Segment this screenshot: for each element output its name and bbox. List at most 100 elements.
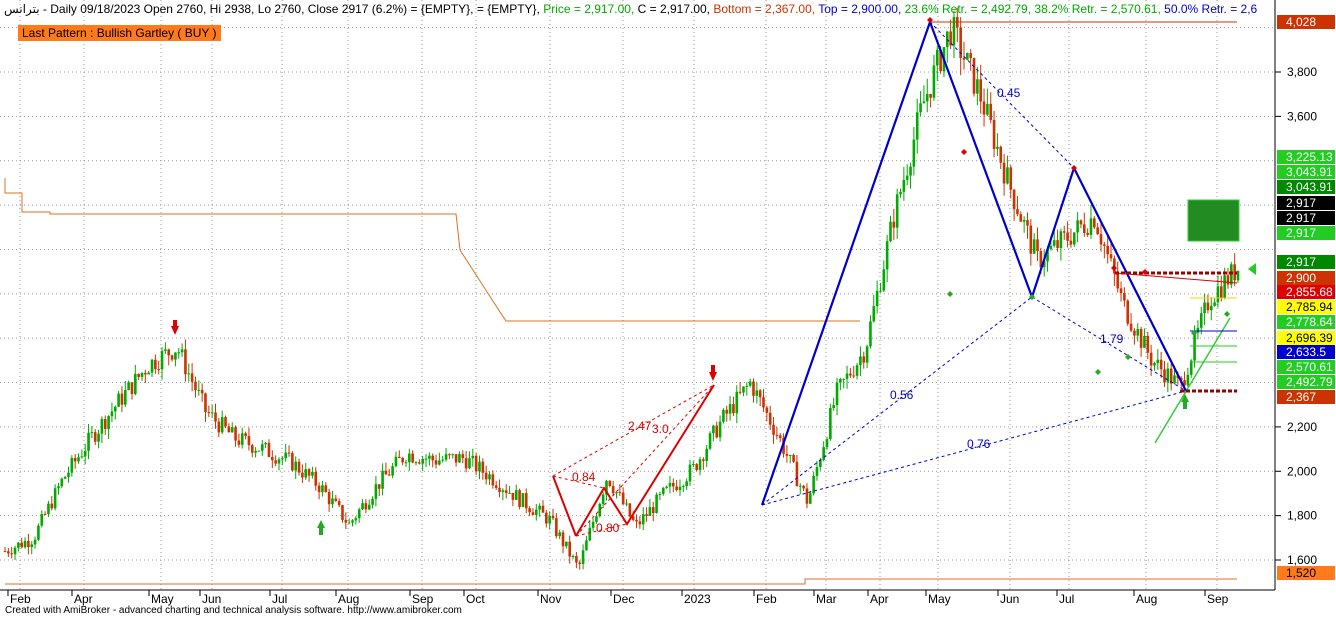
candle-body — [401, 457, 404, 463]
candle-body — [428, 455, 431, 459]
candle-body — [297, 461, 301, 473]
candle-body — [127, 382, 130, 391]
candle-body — [187, 373, 191, 375]
candle-body — [1086, 233, 1089, 235]
x-tick-label: Jul — [272, 592, 287, 606]
candle-body — [237, 440, 241, 445]
candle-body — [692, 464, 695, 466]
candle-body — [1019, 214, 1023, 222]
candle-body — [1082, 224, 1086, 234]
candle-body — [661, 487, 665, 495]
candle-body — [578, 562, 582, 564]
candle-body — [695, 464, 698, 470]
candle-body — [17, 542, 20, 548]
candle-body — [1052, 240, 1056, 246]
candle-body — [551, 515, 555, 519]
candle-body — [267, 442, 271, 457]
candle-body — [732, 404, 735, 414]
candle-body — [341, 505, 344, 520]
candle-body — [825, 439, 829, 448]
candle-body — [1116, 273, 1120, 289]
candle-body — [645, 514, 648, 516]
candle-body — [568, 541, 572, 557]
candle-body — [47, 503, 50, 515]
y-tick-label: 1,800 — [1287, 509, 1317, 523]
candle-body — [451, 454, 455, 456]
candle-body — [177, 352, 181, 354]
candle-body — [60, 478, 64, 487]
candle-body — [371, 498, 374, 505]
candle-body — [1219, 286, 1223, 298]
price-tag-label: 2,633.5 — [1286, 345, 1326, 359]
candle-body — [1109, 254, 1113, 259]
candle-body — [33, 539, 37, 545]
candle-body — [839, 378, 842, 383]
candle-body — [230, 427, 234, 433]
candle-body — [494, 485, 498, 488]
candle-body — [842, 378, 846, 380]
price-tag-label: 2,367 — [1286, 390, 1316, 404]
candle-body — [287, 452, 291, 454]
candle-body — [1146, 335, 1150, 353]
candle-body — [1009, 167, 1013, 190]
candle-body — [337, 501, 341, 506]
candle-body — [935, 49, 939, 66]
candle-body — [160, 350, 164, 370]
candle-body — [13, 547, 17, 555]
candle-body — [20, 542, 24, 548]
candle-body — [240, 433, 244, 445]
candle-body — [635, 519, 638, 522]
candle-body — [738, 391, 742, 393]
candle-body — [244, 433, 247, 437]
candle-body — [170, 355, 174, 360]
header-segment: Top = 2,900.00, — [815, 2, 901, 16]
candle-body — [618, 492, 622, 494]
candle-body — [468, 458, 471, 469]
candle-body — [1216, 286, 1220, 303]
candle-body — [387, 474, 391, 476]
candle-body — [778, 435, 782, 438]
price-chart[interactable]: 0.45 0.56 0.76 1.79 2.47 0.84 0.80 3.0 1,600 1,8… — [0, 0, 1336, 619]
candle-body — [919, 103, 922, 113]
candle-body — [611, 486, 615, 494]
header-segment: - Daily 09/18/2023 Open 2760, Hi 2938, L… — [40, 2, 408, 16]
candle-body — [351, 520, 354, 523]
signal-arrow — [319, 528, 323, 535]
candle-body — [441, 459, 445, 461]
candle-body — [174, 352, 177, 360]
candle-body — [558, 532, 561, 537]
candle-body — [137, 373, 140, 377]
candle-body — [190, 373, 194, 382]
candle-body — [43, 513, 47, 515]
candle-body — [822, 447, 825, 461]
candle-body — [675, 486, 678, 491]
candle-body — [97, 433, 100, 442]
candle-body — [364, 503, 368, 510]
candle-body — [374, 484, 378, 499]
candle-body — [859, 356, 862, 366]
candle-body — [872, 306, 876, 322]
header-symbol: بترانس — [4, 2, 40, 16]
candle-body — [250, 445, 254, 453]
price-tag-label: 2,917 — [1286, 196, 1316, 210]
candle-body — [197, 389, 201, 391]
candle-body — [484, 472, 488, 480]
candle-body — [164, 349, 167, 351]
candle-body — [324, 485, 328, 492]
candle-body — [1099, 234, 1103, 245]
x-tick-label: May — [928, 592, 951, 606]
header-segment: C = 2,917.00, — [634, 2, 710, 16]
x-tick-label: Feb — [10, 592, 31, 606]
candle-body — [585, 540, 588, 551]
candle-body — [855, 365, 859, 376]
candle-body — [464, 458, 468, 469]
candle-body — [849, 373, 852, 376]
candle-body — [1123, 292, 1126, 301]
candle-body — [224, 417, 227, 427]
price-tag-label: 2,917 — [1286, 255, 1316, 269]
candle-body — [521, 493, 525, 507]
candle-body — [668, 482, 672, 487]
candle-body — [979, 79, 983, 102]
candle-body — [682, 486, 685, 488]
price-tag-label: 2,917 — [1286, 211, 1316, 225]
